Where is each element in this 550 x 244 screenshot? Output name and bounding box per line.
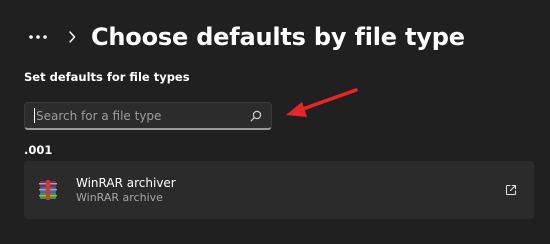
app-info: WinRAR archiver WinRAR archive [76, 176, 176, 205]
chevron-right-icon [65, 29, 79, 45]
page-header: Choose defaults by file type [25, 19, 465, 55]
app-name: WinRAR archiver [76, 175, 176, 190]
default-app-card[interactable]: WinRAR archiver WinRAR archive [24, 161, 534, 219]
file-extension-label: .001 [24, 143, 53, 157]
open-external-icon[interactable] [504, 183, 518, 197]
winrar-icon [39, 180, 57, 200]
ellipsis-icon[interactable] [25, 24, 51, 50]
page-title: Choose defaults by file type [91, 23, 465, 51]
app-description: WinRAR archive [76, 190, 163, 204]
section-heading: Set defaults for file types [24, 70, 190, 84]
annotation-arrow [286, 88, 358, 117]
search-icon[interactable] [249, 109, 263, 123]
search-input[interactable] [35, 108, 249, 123]
search-field[interactable] [24, 102, 272, 130]
